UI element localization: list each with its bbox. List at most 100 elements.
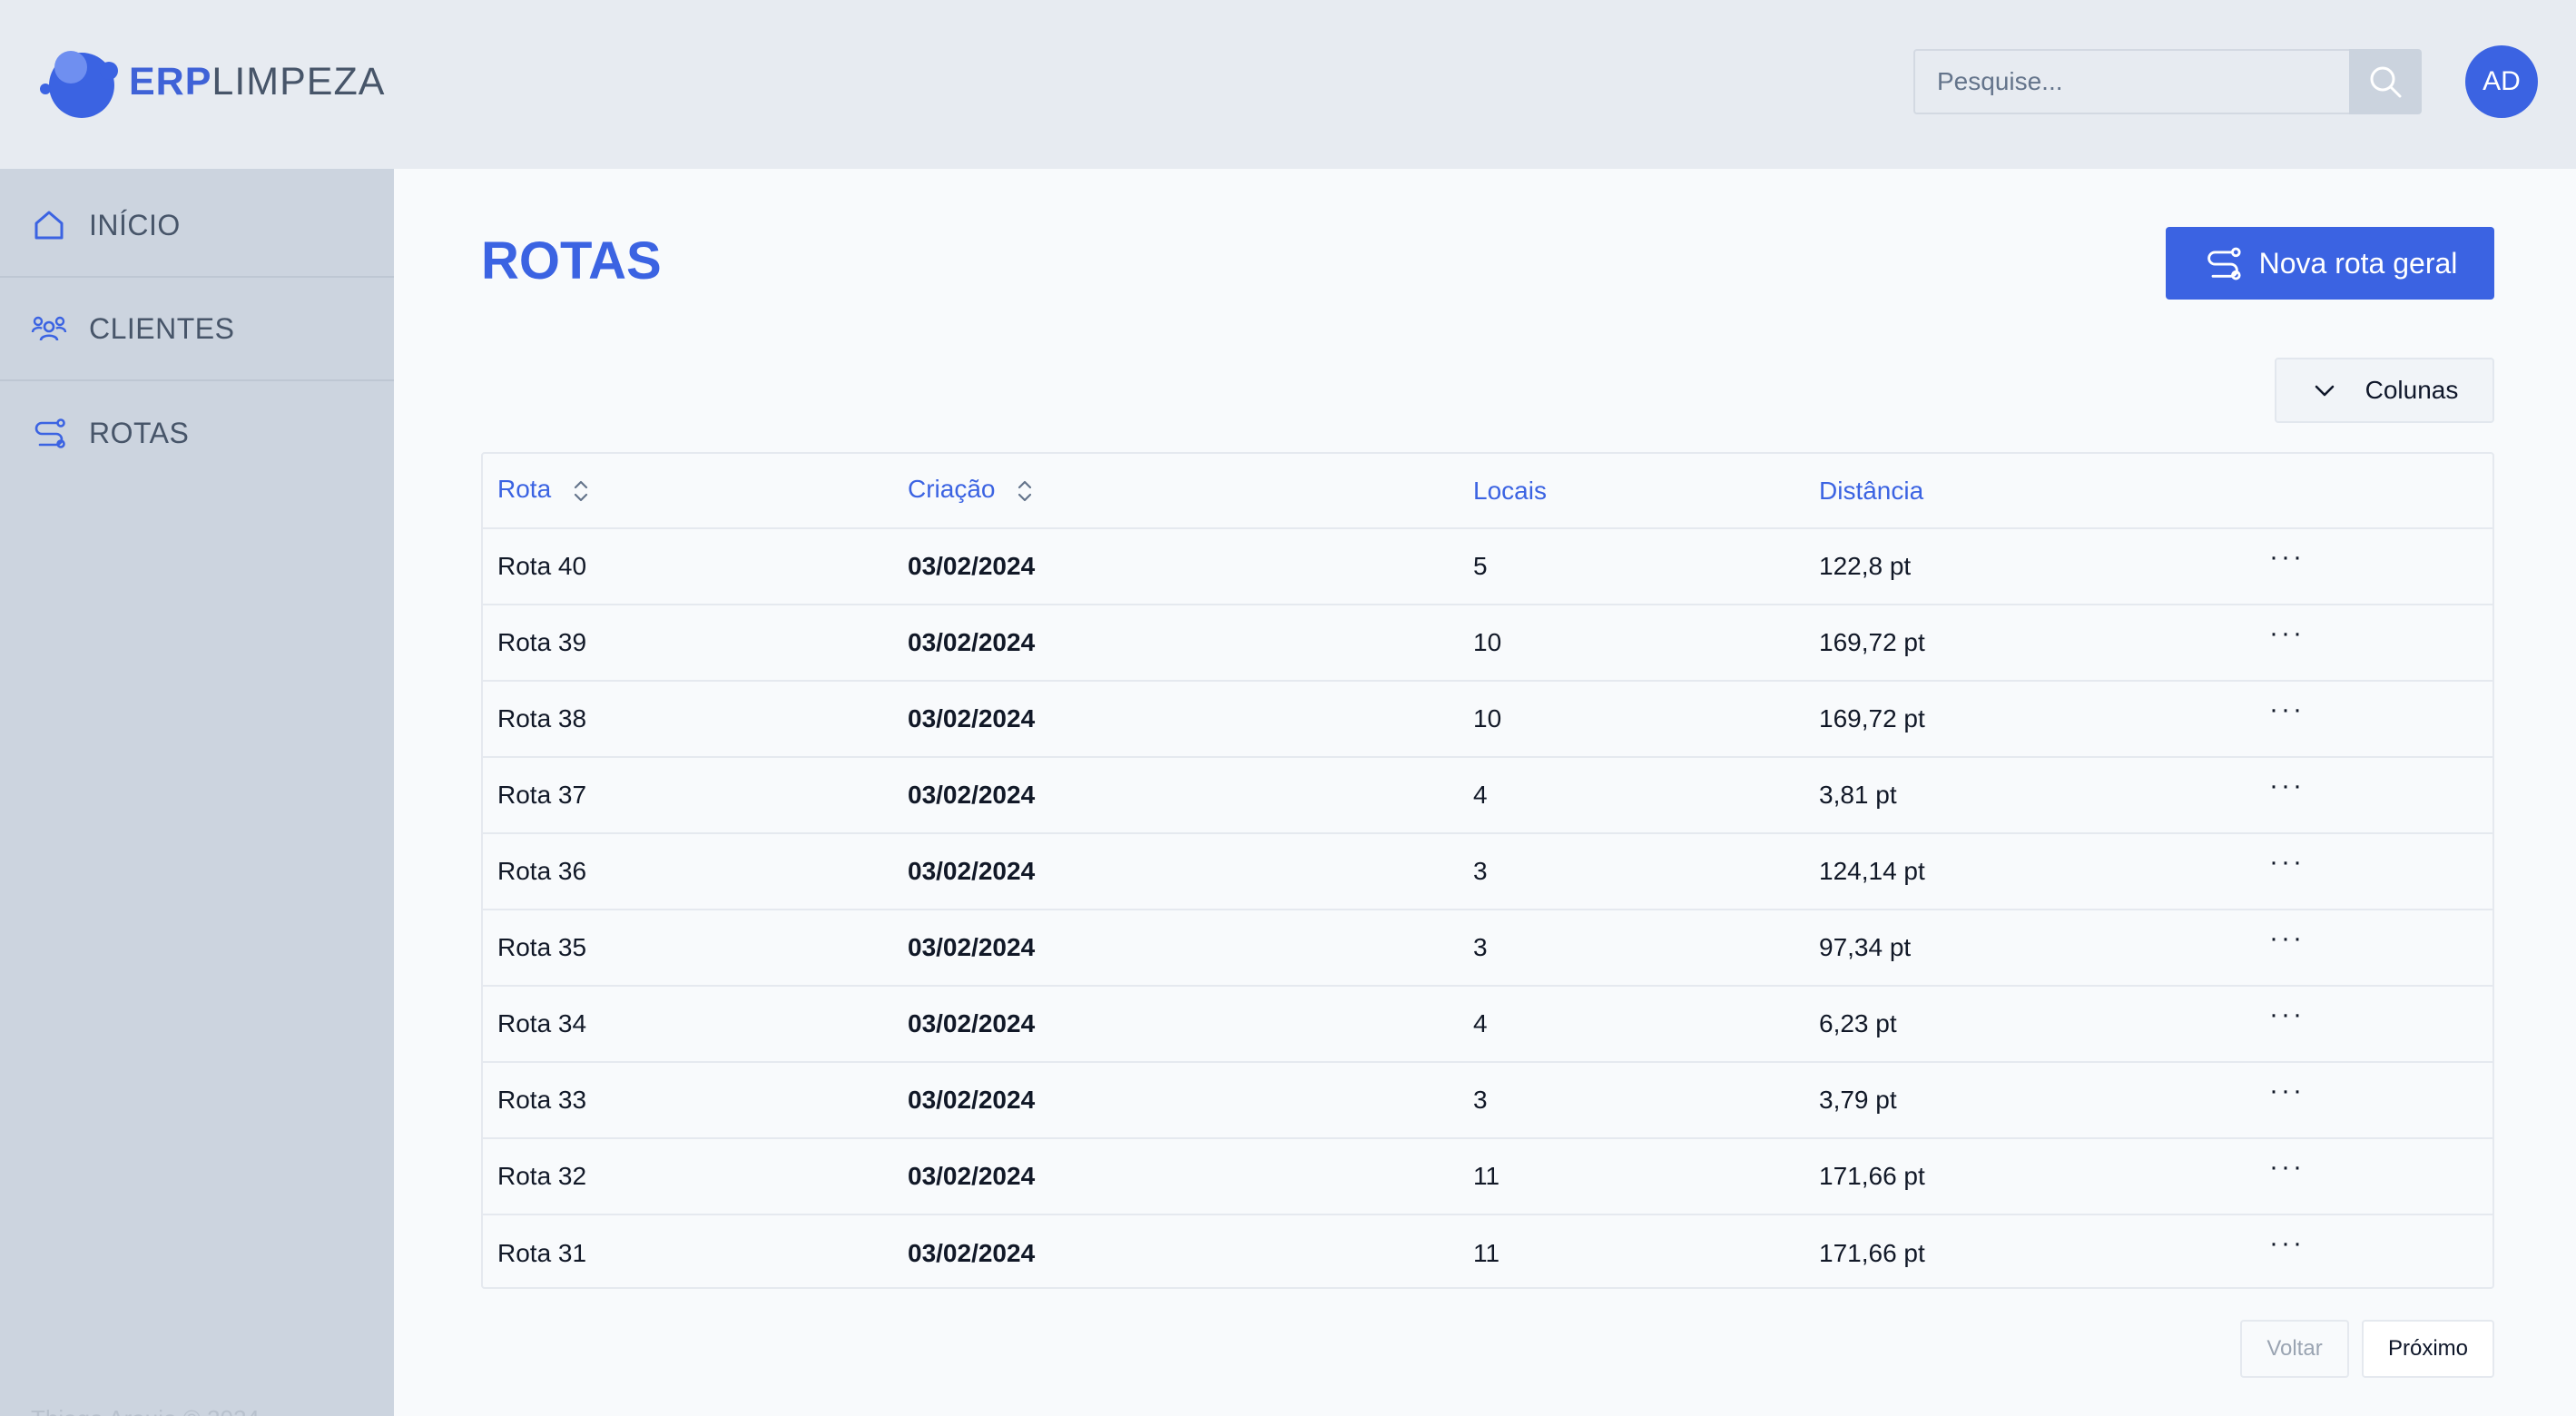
sidebar: INÍCIO CLIENTES ROTAS Thiago Araujo © 20… — [0, 169, 394, 1416]
cell-rota: Rota 40 — [497, 552, 587, 580]
cell-criacao: 03/02/2024 — [908, 552, 1036, 580]
cell-rota: Rota 38 — [497, 704, 587, 733]
columns-label: Colunas — [2365, 376, 2459, 404]
row-menu-button[interactable]: ··· — [2269, 1138, 2492, 1214]
cell-rota: Rota 33 — [497, 1086, 587, 1114]
row-menu-button[interactable]: ··· — [2269, 833, 2492, 910]
sidebar-footer: Thiago Araujo © 2024 — [31, 1405, 260, 1416]
pagination-prev-button[interactable]: Voltar — [2240, 1320, 2349, 1378]
page-title: ROTAS — [481, 231, 662, 290]
table-row[interactable]: Rota 36 03/02/2024 3 124,14 pt ··· — [483, 833, 2492, 910]
top-header: ERPLIMPEZA AD — [0, 0, 2576, 169]
cell-locais: 5 — [1473, 552, 1488, 580]
row-menu-button[interactable]: ··· — [2269, 1062, 2492, 1138]
cell-rota: Rota 37 — [497, 781, 587, 809]
table-row[interactable]: Rota 35 03/02/2024 3 97,34 pt ··· — [483, 910, 2492, 986]
cell-criacao: 03/02/2024 — [908, 933, 1036, 961]
logo-text: ERPLIMPEZA — [129, 60, 385, 104]
cell-distancia: 124,14 pt — [1819, 857, 1925, 885]
sidebar-item-rotas[interactable]: ROTAS — [0, 381, 394, 485]
cell-rota: Rota 39 — [497, 628, 587, 656]
cell-criacao: 03/02/2024 — [908, 1162, 1036, 1190]
chevron-down-icon — [2315, 385, 2334, 397]
search-icon — [2370, 66, 2402, 98]
app-logo[interactable]: ERPLIMPEZA — [36, 40, 385, 123]
sidebar-nav: INÍCIO CLIENTES ROTAS — [0, 174, 394, 485]
cell-locais: 3 — [1473, 857, 1488, 885]
new-route-label: Nova rota geral — [2258, 246, 2458, 280]
table-row[interactable]: Rota 39 03/02/2024 10 169,72 pt ··· — [483, 605, 2492, 681]
column-header-label: Distância — [1819, 476, 1924, 505]
cell-rota: Rota 35 — [497, 933, 587, 961]
search-input[interactable] — [1913, 49, 2349, 114]
table-row[interactable]: Rota 34 03/02/2024 4 6,23 pt ··· — [483, 986, 2492, 1062]
new-route-button[interactable]: Nova rota geral — [2166, 227, 2494, 300]
sidebar-item-label: INÍCIO — [89, 208, 181, 241]
users-icon — [31, 316, 67, 341]
cell-rota: Rota 36 — [497, 857, 587, 885]
column-header-rota[interactable]: Rota — [483, 454, 893, 528]
search-button[interactable] — [2349, 49, 2422, 114]
cell-locais: 3 — [1473, 933, 1488, 961]
home-icon — [34, 211, 64, 240]
table-row[interactable]: Rota 31 03/02/2024 11 171,66 pt ··· — [483, 1214, 2492, 1291]
cell-criacao: 03/02/2024 — [908, 628, 1036, 656]
cell-locais: 4 — [1473, 781, 1488, 809]
row-menu-button[interactable]: ··· — [2269, 986, 2492, 1062]
sort-icon[interactable] — [571, 476, 591, 506]
user-avatar[interactable]: AD — [2465, 45, 2538, 118]
cell-locais: 10 — [1473, 628, 1502, 656]
cell-distancia: 3,81 pt — [1819, 781, 1897, 809]
table-header-row: Rota Criação Locais Distância — [483, 454, 2492, 528]
column-header-actions — [2269, 454, 2492, 528]
search-bar — [1913, 49, 2422, 114]
table-row[interactable]: Rota 33 03/02/2024 3 3,79 pt ··· — [483, 1062, 2492, 1138]
cell-rota: Rota 31 — [497, 1238, 587, 1267]
row-menu-button[interactable]: ··· — [2269, 910, 2492, 986]
cell-locais: 4 — [1473, 1009, 1488, 1037]
cell-distancia: 3,79 pt — [1819, 1086, 1897, 1114]
logo-icon — [40, 51, 118, 118]
cell-distancia: 97,34 pt — [1819, 933, 1912, 961]
cell-distancia: 169,72 pt — [1819, 704, 1925, 733]
cell-criacao: 03/02/2024 — [908, 1086, 1036, 1114]
column-header-locais: Locais — [1459, 454, 1804, 528]
sidebar-item-clientes[interactable]: CLIENTES — [0, 278, 394, 381]
cell-locais: 11 — [1473, 1162, 1500, 1190]
table-row[interactable]: Rota 32 03/02/2024 11 171,66 pt ··· — [483, 1138, 2492, 1214]
cell-rota: Rota 32 — [497, 1162, 587, 1190]
sort-icon[interactable] — [1015, 476, 1035, 506]
column-header-label: Criação — [908, 475, 996, 504]
table-row[interactable]: Rota 37 03/02/2024 4 3,81 pt ··· — [483, 757, 2492, 833]
cell-rota: Rota 34 — [497, 1009, 587, 1037]
sidebar-item-label: CLIENTES — [89, 311, 235, 345]
cell-criacao: 03/02/2024 — [908, 781, 1036, 809]
column-header-distancia: Distância — [1804, 454, 2269, 528]
cell-criacao: 03/02/2024 — [908, 1238, 1036, 1267]
route-icon — [2207, 247, 2241, 280]
column-header-criacao[interactable]: Criação — [893, 454, 1459, 528]
row-menu-button[interactable]: ··· — [2269, 681, 2492, 757]
table-row[interactable]: Rota 40 03/02/2024 5 122,8 pt ··· — [483, 528, 2492, 605]
table-row[interactable]: Rota 38 03/02/2024 10 169,72 pt ··· — [483, 681, 2492, 757]
cell-criacao: 03/02/2024 — [908, 1009, 1036, 1037]
row-menu-button[interactable]: ··· — [2269, 757, 2492, 833]
row-menu-button[interactable]: ··· — [2269, 605, 2492, 681]
pagination-next-button[interactable]: Próximo — [2362, 1320, 2494, 1378]
cell-distancia: 169,72 pt — [1819, 628, 1925, 656]
row-menu-button[interactable]: ··· — [2269, 528, 2492, 605]
row-menu-button[interactable]: ··· — [2269, 1214, 2492, 1291]
cell-distancia: 122,8 pt — [1819, 552, 1912, 580]
cell-distancia: 171,66 pt — [1819, 1162, 1925, 1190]
route-icon — [34, 418, 65, 448]
cell-locais: 11 — [1473, 1238, 1500, 1267]
table-body: Rota 40 03/02/2024 5 122,8 pt ··· Rota 3… — [483, 528, 2492, 1291]
cell-distancia: 6,23 pt — [1819, 1009, 1897, 1037]
cell-distancia: 171,66 pt — [1819, 1238, 1925, 1267]
sidebar-item-label: ROTAS — [89, 416, 190, 449]
routes-table: Rota Criação Locais Distância Rota 40 03… — [481, 452, 2494, 1289]
sidebar-item-inicio[interactable]: INÍCIO — [0, 174, 394, 278]
logo-text-bold: ERP — [129, 59, 212, 103]
columns-button[interactable]: Colunas — [2275, 358, 2494, 423]
cell-criacao: 03/02/2024 — [908, 857, 1036, 885]
